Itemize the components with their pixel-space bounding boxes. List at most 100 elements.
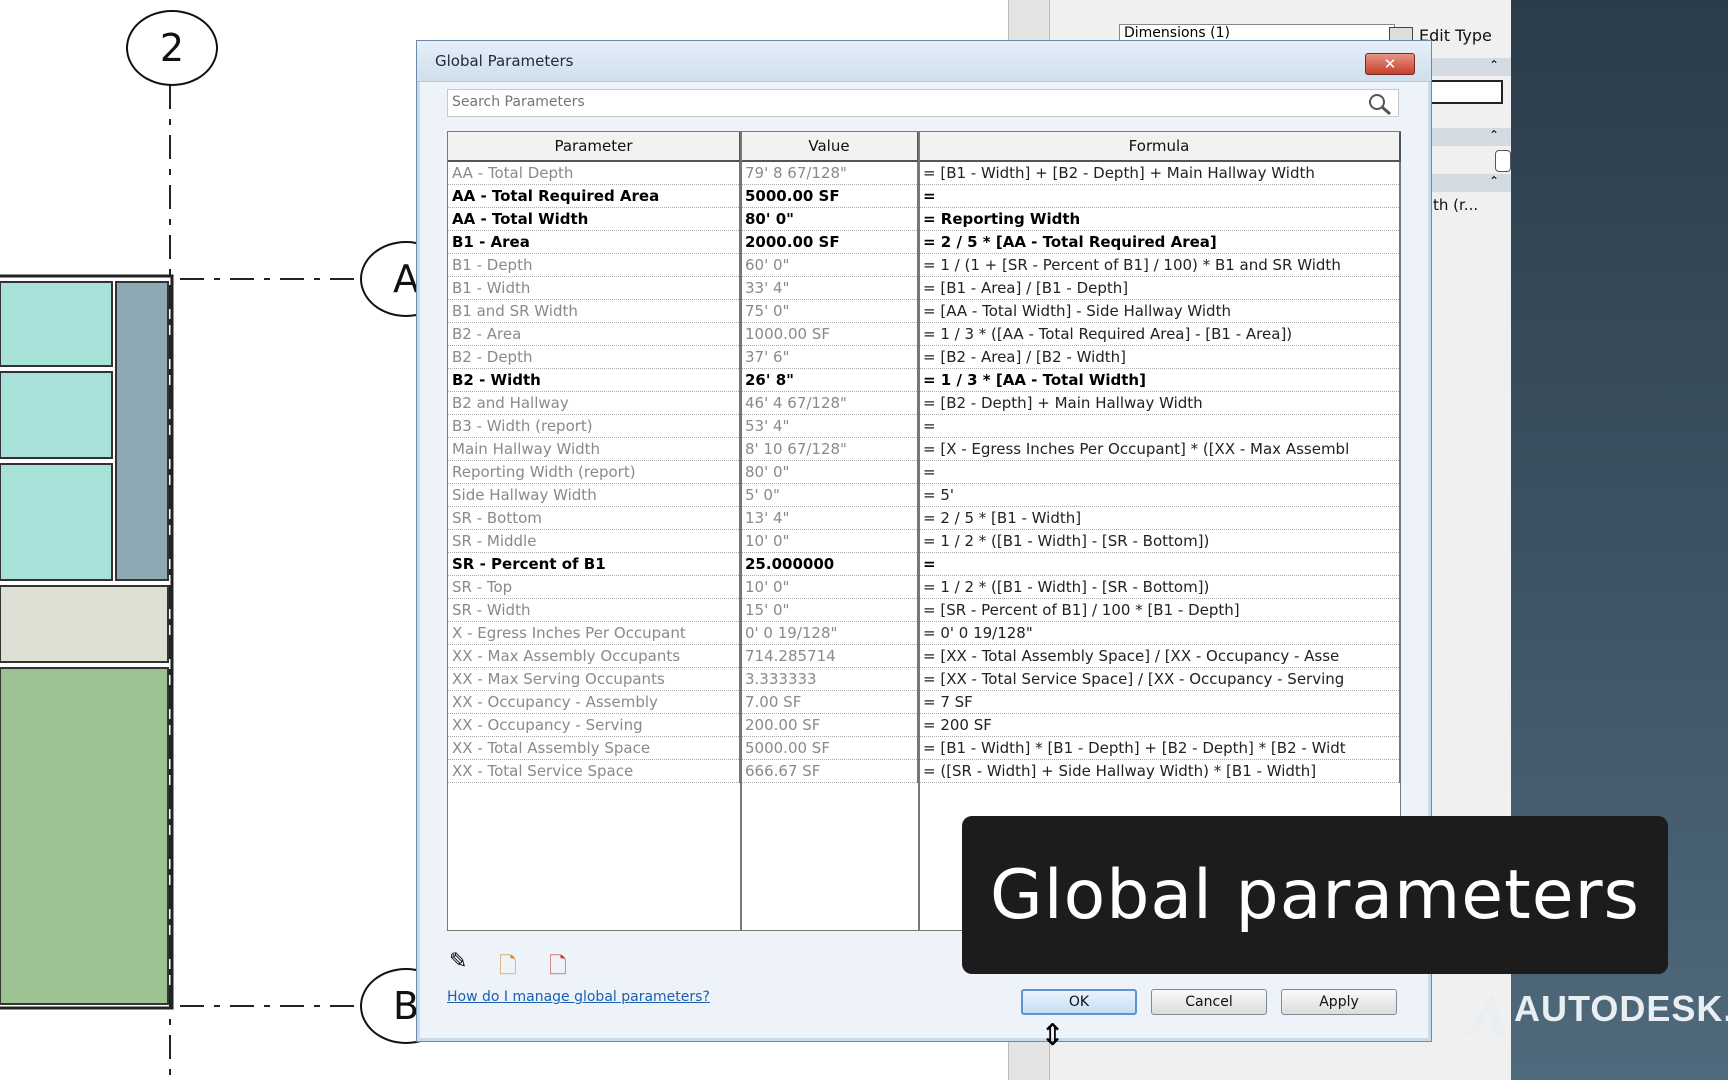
parameter-formula-cell[interactable]: = [B1 - Width] + [B2 - Depth] + Main Hal… [918,161,1401,185]
table-row[interactable]: B2 - Depth 37' 6" = [B2 - Area] / [B2 - Wi… [448,345,1401,369]
parameter-value-cell[interactable]: 13' 4" [740,506,919,530]
parameter-name-cell[interactable]: XX - Occupancy - Assembly [448,690,741,714]
parameter-value-cell[interactable]: 5000.00 SF [740,184,919,208]
parameter-formula-cell[interactable]: = 2 / 5 * [B1 - Width] [918,506,1401,530]
parameter-formula-cell[interactable]: = [XX - Total Service Space] / [XX - Occ… [918,667,1401,691]
table-row[interactable]: XX - Occupancy - Assembly 7.00 SF = 7 SF [448,690,1401,714]
table-row[interactable]: B1 - Area 2000.00 SF = 2 / 5 * [AA - Total… [448,230,1401,254]
parameter-value-cell[interactable]: 75' 0" [740,299,919,323]
parameter-name-cell[interactable]: B2 - Depth [448,345,741,369]
table-row[interactable]: B1 and SR Width 75' 0" = [AA - Total Width… [448,299,1401,323]
table-row[interactable]: XX - Total Service Space 666.67 SF = ([SR … [448,759,1401,783]
parameter-value-cell[interactable]: 53' 4" [740,414,919,438]
parameter-formula-cell[interactable]: = 1 / 3 * ([AA - Total Required Area] - … [918,322,1401,346]
table-row[interactable]: SR - Middle 10' 0" = 1 / 2 * ([B1 - Width]… [448,529,1401,553]
dialog-title-bar[interactable]: Global Parameters ✕ [417,41,1431,82]
collapse-icon[interactable]: ⌃ [1489,128,1499,142]
table-row[interactable]: B2 - Width 26' 8" = 1 / 3 * [AA - Total Wi… [448,368,1401,392]
parameter-name-cell[interactable]: B1 - Depth [448,253,741,277]
parameter-value-cell[interactable]: 10' 0" [740,529,919,553]
parameter-formula-cell[interactable]: = [AA - Total Width] - Side Hallway Widt… [918,299,1401,323]
parameter-formula-cell[interactable]: = 1 / 3 * [AA - Total Width] [918,368,1401,392]
parameter-formula-cell[interactable]: = 200 SF [918,713,1401,737]
parameter-formula-cell[interactable]: = 0' 0 19/128" [918,621,1401,645]
table-row[interactable]: AA - Total Required Area 5000.00 SF = [448,184,1401,208]
parameter-name-cell[interactable]: B2 and Hallway [448,391,741,415]
column-header-parameter[interactable]: Parameter [448,132,741,162]
parameter-name-cell[interactable]: SR - Bottom [448,506,741,530]
parameter-formula-cell[interactable]: = [918,414,1401,438]
parameter-formula-cell[interactable]: = [B2 - Area] / [B2 - Width] [918,345,1401,369]
properties-value-field[interactable] [1429,80,1503,104]
parameter-value-cell[interactable]: 80' 0" [740,460,919,484]
table-row[interactable]: XX - Total Assembly Space 5000.00 SF = [B1… [448,736,1401,760]
parameter-name-cell[interactable]: B1 and SR Width [448,299,741,323]
parameter-name-cell[interactable]: Main Hallway Width [448,437,741,461]
parameter-formula-cell[interactable]: = [918,184,1401,208]
parameter-formula-cell[interactable]: = [918,460,1401,484]
table-row[interactable]: XX - Max Assembly Occupants 714.285714 = [… [448,644,1401,668]
search-input[interactable] [448,90,1336,114]
parameter-value-cell[interactable]: 5000.00 SF [740,736,919,760]
parameter-value-cell[interactable]: 7.00 SF [740,690,919,714]
parameter-name-cell[interactable]: SR - Top [448,575,741,599]
parameter-formula-cell[interactable]: = [918,552,1401,576]
table-row[interactable]: XX - Max Serving Occupants 3.333333 = [XX … [448,667,1401,691]
parameter-name-cell[interactable]: XX - Max Serving Occupants [448,667,741,691]
search-icon[interactable] [1368,93,1392,115]
parameter-value-cell[interactable]: 1000.00 SF [740,322,919,346]
parameter-value-cell[interactable]: 714.285714 [740,644,919,668]
parameter-formula-cell[interactable]: = [X - Egress Inches Per Occupant] * ([X… [918,437,1401,461]
parameter-formula-cell[interactable]: = 5' [918,483,1401,507]
parameter-formula-cell[interactable]: = [B1 - Area] / [B1 - Depth] [918,276,1401,300]
parameter-name-cell[interactable]: XX - Max Assembly Occupants [448,644,741,668]
parameter-value-cell[interactable]: 33' 4" [740,276,919,300]
parameter-name-cell[interactable]: SR - Width [448,598,741,622]
parameter-name-cell[interactable]: SR - Percent of B1 [448,552,741,576]
parameter-name-cell[interactable]: AA - Total Required Area [448,184,741,208]
parameter-value-cell[interactable]: 80' 0" [740,207,919,231]
parameter-value-cell[interactable]: 37' 6" [740,345,919,369]
parameter-name-cell[interactable]: Side Hallway Width [448,483,741,507]
parameter-name-cell[interactable]: B2 - Width [448,368,741,392]
parameter-value-cell[interactable]: 5' 0" [740,483,919,507]
parameter-value-cell[interactable]: 26' 8" [740,368,919,392]
cancel-button[interactable]: Cancel [1151,989,1267,1015]
parameter-name-cell[interactable]: B2 - Area [448,322,741,346]
parameter-name-cell[interactable]: XX - Occupancy - Serving [448,713,741,737]
table-row[interactable]: XX - Occupancy - Serving 200.00 SF = 200 S… [448,713,1401,737]
parameter-value-cell[interactable]: 0' 0 19/128" [740,621,919,645]
column-header-value[interactable]: Value [740,132,919,162]
table-row[interactable]: B2 and Hallway 46' 4 67/128" = [B2 - Depth… [448,391,1401,415]
parameter-formula-cell[interactable]: = [B1 - Width] * [B1 - Depth] + [B2 - De… [918,736,1401,760]
parameter-value-cell[interactable]: 3.333333 [740,667,919,691]
table-row[interactable]: AA - Total Depth 79' 8 67/128" = [B1 - Wid… [448,161,1401,185]
parameter-formula-cell[interactable]: = 2 / 5 * [AA - Total Required Area] [918,230,1401,254]
parameter-value-cell[interactable]: 15' 0" [740,598,919,622]
grid-bubble-2[interactable]: 2 [126,10,218,86]
parameter-value-cell[interactable]: 46' 4 67/128" [740,391,919,415]
properties-scrollbar[interactable] [1495,150,1511,172]
table-row[interactable]: B1 - Width 33' 4" = [B1 - Area] / [B1 - De… [448,276,1401,300]
parameter-value-cell[interactable]: 200.00 SF [740,713,919,737]
table-row[interactable]: Side Hallway Width 5' 0" = 5' [448,483,1401,507]
apply-button[interactable]: Apply [1281,989,1397,1015]
parameter-name-cell[interactable]: AA - Total Width [448,207,741,231]
collapse-icon[interactable]: ⌃ [1489,58,1499,72]
parameter-value-cell[interactable]: 8' 10 67/128" [740,437,919,461]
ok-button[interactable]: OK [1021,989,1137,1015]
help-link[interactable]: How do I manage global parameters? [447,989,710,1005]
parameter-name-cell[interactable]: B1 - Area [448,230,741,254]
close-button[interactable]: ✕ [1365,53,1415,75]
table-row[interactable]: SR - Width 15' 0" = [SR - Percent of B1] /… [448,598,1401,622]
parameter-name-cell[interactable]: X - Egress Inches Per Occupant [448,621,741,645]
parameter-formula-cell[interactable]: = [B2 - Depth] + Main Hallway Width [918,391,1401,415]
parameter-formula-cell[interactable]: = Reporting Width [918,207,1401,231]
parameter-formula-cell[interactable]: = ([SR - Width] + Side Hallway Width) * … [918,759,1401,783]
parameter-value-cell[interactable]: 10' 0" [740,575,919,599]
table-row[interactable]: B2 - Area 1000.00 SF = 1 / 3 * ([AA - Tota… [448,322,1401,346]
table-row[interactable]: SR - Top 10' 0" = 1 / 2 * ([B1 - Width] - … [448,575,1401,599]
parameter-value-cell[interactable]: 79' 8 67/128" [740,161,919,185]
new-parameter-icon[interactable]: 🗋 [499,949,517,987]
parameter-formula-cell[interactable]: = 1 / (1 + [SR - Percent of B1] / 100) *… [918,253,1401,277]
